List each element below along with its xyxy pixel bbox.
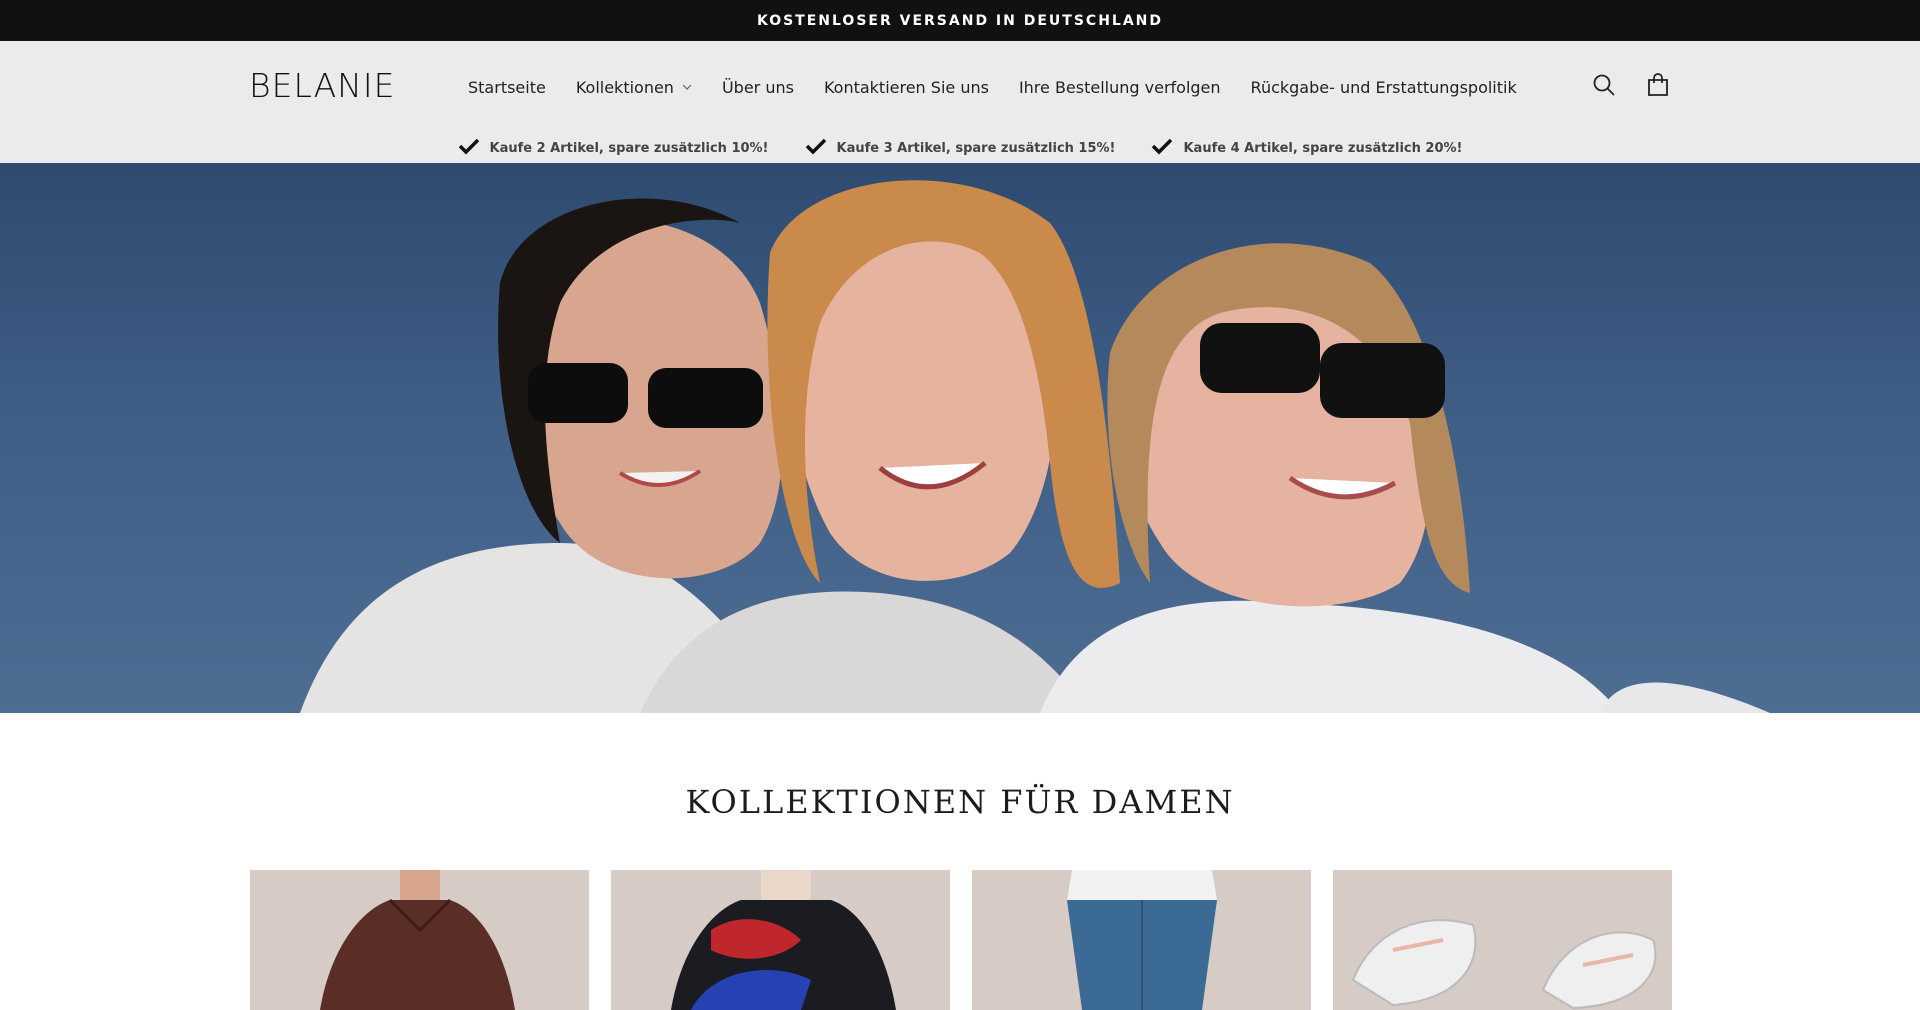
- main-nav: Startseite Kollektionen Über uns Kontakt…: [468, 41, 1517, 133]
- logo[interactable]: BELANIE: [249, 61, 395, 111]
- collection-card-knitwear[interactable]: [611, 870, 950, 1010]
- usp-text: Kaufe 3 Artikel, spare zusätzlich 15%!: [836, 140, 1116, 156]
- nav-item-rueckgabe[interactable]: Rückgabe- und Erstattungspolitik: [1251, 78, 1517, 97]
- collection-image: [1333, 870, 1672, 1010]
- usp-item: Kaufe 2 Artikel, spare zusätzlich 10%!: [458, 137, 769, 159]
- nav-item-kontakt[interactable]: Kontaktieren Sie uns: [824, 78, 989, 97]
- nav-item-bestellung-verfolgen[interactable]: Ihre Bestellung verfolgen: [1019, 78, 1221, 97]
- hero-image[interactable]: [0, 163, 1920, 713]
- collection-image: [972, 870, 1311, 1010]
- nav-item-startseite[interactable]: Startseite: [468, 78, 546, 97]
- usp-text: Kaufe 4 Artikel, spare zusätzlich 20%!: [1183, 140, 1463, 156]
- collection-card-jeans[interactable]: [972, 870, 1311, 1010]
- collection-grid: [250, 870, 1672, 1010]
- hero-illustration: [300, 180, 1770, 713]
- chevron-down-icon: [682, 82, 692, 92]
- usp-text: Kaufe 2 Artikel, spare zusätzlich 10%!: [489, 140, 769, 156]
- checkmark-icon: [458, 137, 480, 159]
- search-button[interactable]: [1591, 74, 1617, 100]
- usp-bar: Kaufe 2 Artikel, spare zusätzlich 10%! K…: [0, 133, 1920, 163]
- nav-item-kollektionen[interactable]: Kollektionen: [576, 78, 692, 97]
- checkmark-icon: [805, 137, 827, 159]
- header-icons: [1591, 41, 1671, 133]
- nav-item-ueber-uns[interactable]: Über uns: [722, 78, 794, 97]
- collections-title: KOLLEKTIONEN FÜR DAMEN: [685, 783, 1235, 821]
- collection-image: [250, 870, 589, 1010]
- search-icon: [1592, 73, 1616, 101]
- collection-card-sneakers[interactable]: [1333, 870, 1672, 1010]
- usp-item: Kaufe 3 Artikel, spare zusätzlich 15%!: [805, 137, 1116, 159]
- announcement-bar: KOSTENLOSER VERSAND IN DEUTSCHLAND: [0, 0, 1920, 41]
- checkmark-icon: [1151, 137, 1173, 159]
- collection-image: [611, 870, 950, 1010]
- usp-item: Kaufe 4 Artikel, spare zusätzlich 20%!: [1151, 137, 1462, 159]
- cart-button[interactable]: [1645, 73, 1671, 101]
- announcement-text: KOSTENLOSER VERSAND IN DEUTSCHLAND: [756, 12, 1164, 29]
- collection-card-jackets[interactable]: [250, 870, 589, 1010]
- nav-item-label: Kollektionen: [575, 77, 674, 97]
- site-header: BELANIE Startseite Kollektionen Über uns…: [0, 41, 1920, 163]
- header-main: BELANIE Startseite Kollektionen Über uns…: [0, 41, 1920, 133]
- cart-icon: [1646, 73, 1670, 101]
